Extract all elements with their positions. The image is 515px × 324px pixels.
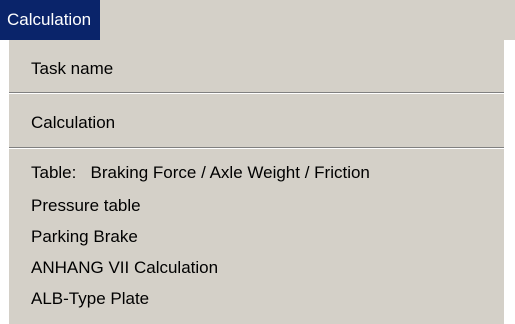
menu-title-calculation[interactable]: Calculation: [0, 0, 101, 40]
menu-item-alb-type-plate[interactable]: ALB-Type Plate: [31, 289, 149, 309]
dropdown-menu: Task name Calculation Table: Braking For…: [9, 40, 504, 324]
menu-item-anhang-vii-calculation[interactable]: ANHANG VII Calculation: [31, 258, 218, 278]
menu-item-pressure-table[interactable]: Pressure table: [31, 196, 141, 216]
menu-item-braking-force-table[interactable]: Table: Braking Force / Axle Weight / Fri…: [31, 163, 370, 183]
menu-item-parking-brake[interactable]: Parking Brake: [31, 227, 138, 247]
menu-separator: [9, 92, 504, 94]
menu-separator: [9, 147, 504, 149]
menu-item-task-name[interactable]: Task name: [31, 59, 113, 79]
menu-item-calculation[interactable]: Calculation: [31, 113, 115, 133]
menu-bar: Calculation: [0, 0, 515, 40]
